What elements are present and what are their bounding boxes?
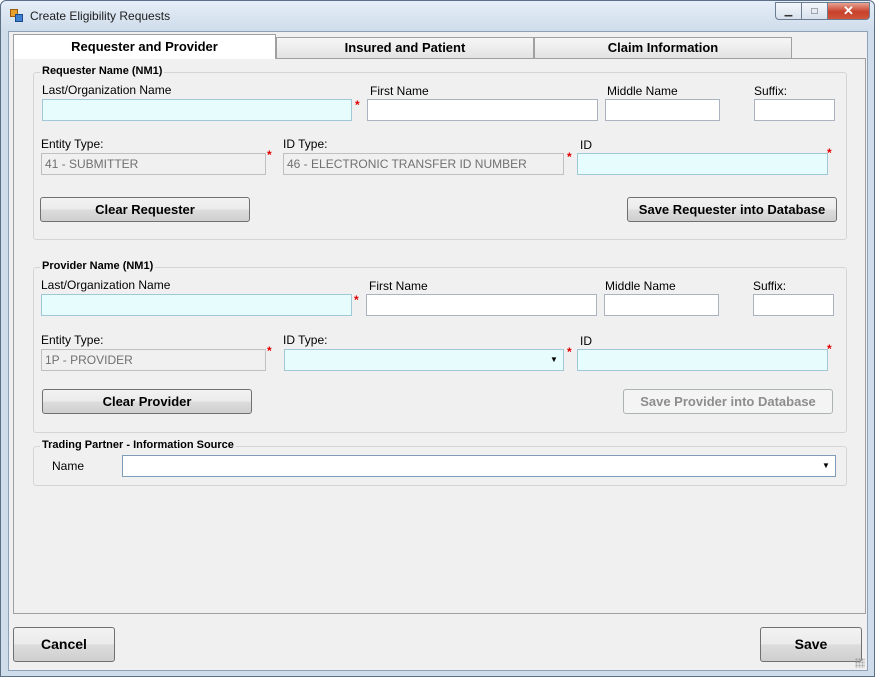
provider-last-name-input[interactable] [41, 294, 352, 316]
minimize-icon: ▁ [784, 5, 793, 17]
close-icon: ✕ [843, 3, 854, 18]
tab-requester-and-provider[interactable]: Requester and Provider [13, 34, 276, 59]
requester-last-name-input[interactable] [42, 99, 352, 121]
save-button[interactable]: Save [760, 627, 862, 662]
provider-id-required: * [827, 342, 832, 356]
tab-insured-and-patient[interactable]: Insured and Patient [276, 37, 534, 59]
app-icon [10, 9, 24, 23]
dropdown-arrow-icon[interactable]: ▼ [547, 352, 561, 368]
provider-middle-name-input[interactable] [604, 294, 719, 316]
trading-partner-group: Trading Partner - Information Source Nam… [33, 439, 847, 486]
requester-id-type-label: ID Type: [283, 137, 328, 151]
requester-id-type-field: 46 - ELECTRONIC TRANSFER ID NUMBER [283, 153, 564, 175]
window-controls: ▁ □ ✕ [775, 2, 870, 21]
provider-entity-type-label: Entity Type: [41, 333, 104, 347]
requester-suffix-label: Suffix: [754, 84, 788, 98]
provider-group: Provider Name (NM1) Last/Organization Na… [33, 260, 847, 433]
requester-last-name-required: * [355, 98, 360, 112]
client-area: Requester and Provider Insured and Patie… [8, 31, 868, 671]
requester-entity-type-label: Entity Type: [41, 137, 104, 151]
eligibility-request-window: Create Eligibility Requests ▁ □ ✕ Reques… [0, 0, 875, 677]
window-title: Create Eligibility Requests [30, 9, 171, 23]
provider-first-name-input[interactable] [366, 294, 597, 316]
requester-middle-name-input[interactable] [605, 99, 720, 121]
close-button[interactable]: ✕ [827, 2, 870, 20]
dropdown-arrow-icon[interactable]: ▼ [819, 458, 833, 474]
provider-middle-name-label: Middle Name [605, 279, 676, 293]
requester-middle-name-label: Middle Name [607, 84, 678, 98]
cancel-button[interactable]: Cancel [13, 627, 115, 662]
provider-entity-type-field: 1P - PROVIDER [41, 349, 266, 371]
maximize-button[interactable]: □ [801, 2, 827, 20]
provider-last-name-required: * [354, 293, 359, 307]
requester-id-label: ID [580, 138, 592, 152]
tab-claim-information[interactable]: Claim Information [534, 37, 792, 59]
requester-id-input[interactable] [577, 153, 828, 175]
trading-partner-name-label: Name [52, 459, 85, 473]
provider-first-name-label: First Name [369, 279, 428, 293]
requester-entity-type-required: * [267, 148, 272, 162]
requester-id-type-required: * [567, 150, 572, 164]
provider-entity-type-required: * [267, 344, 272, 358]
requester-entity-type-field: 41 - SUBMITTER [41, 153, 266, 175]
requester-group-title: Requester Name (NM1) [40, 65, 165, 77]
trading-partner-name-select[interactable]: ▼ [122, 455, 836, 477]
requester-last-name-label: Last/Organization Name [42, 83, 172, 97]
provider-id-input[interactable] [577, 349, 828, 371]
provider-suffix-input[interactable] [753, 294, 834, 316]
minimize-button[interactable]: ▁ [775, 2, 801, 20]
maximize-icon: □ [811, 5, 818, 17]
tab-page-requester-and-provider: Requester Name (NM1) Last/Organization N… [13, 58, 866, 614]
requester-id-required: * [827, 146, 832, 160]
provider-id-type-required: * [567, 345, 572, 359]
provider-id-type-label: ID Type: [283, 333, 328, 347]
resize-grip-icon[interactable] [855, 658, 865, 668]
requester-first-name-input[interactable] [367, 99, 598, 121]
provider-last-name-label: Last/Organization Name [41, 278, 171, 292]
save-provider-button: Save Provider into Database [623, 389, 833, 414]
clear-provider-button[interactable]: Clear Provider [42, 389, 252, 414]
provider-id-label: ID [580, 334, 592, 348]
provider-group-title: Provider Name (NM1) [40, 260, 156, 272]
provider-suffix-label: Suffix: [753, 279, 787, 293]
save-requester-button[interactable]: Save Requester into Database [627, 197, 837, 222]
trading-partner-group-title: Trading Partner - Information Source [40, 439, 236, 451]
clear-requester-button[interactable]: Clear Requester [40, 197, 250, 222]
title-bar[interactable]: Create Eligibility Requests ▁ □ ✕ [1, 1, 874, 31]
requester-suffix-input[interactable] [754, 99, 835, 121]
provider-id-type-select[interactable]: ▼ [284, 349, 564, 371]
requester-group: Requester Name (NM1) Last/Organization N… [33, 65, 847, 240]
requester-first-name-label: First Name [370, 84, 429, 98]
